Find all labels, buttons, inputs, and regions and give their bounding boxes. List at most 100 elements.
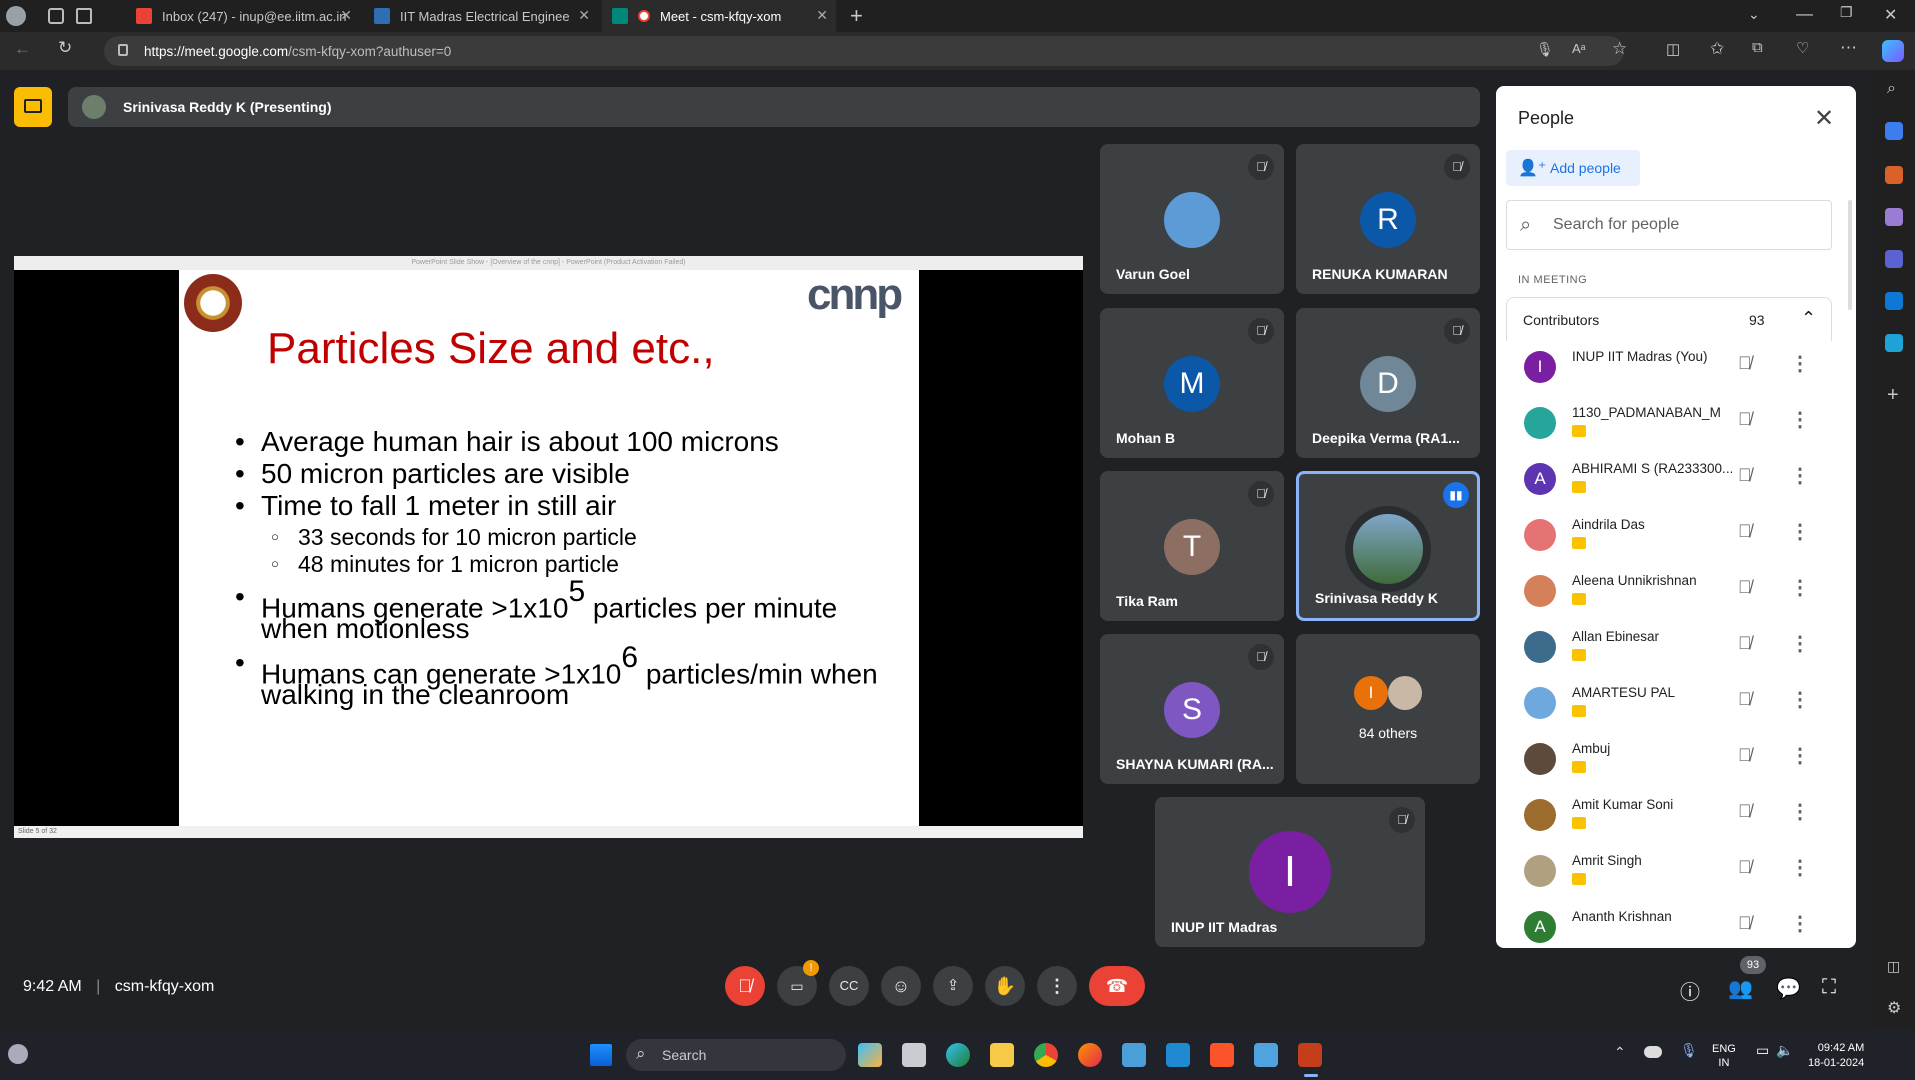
read-aloud-icon[interactable]: Aᵃ [1572, 41, 1586, 56]
more-actions-icon[interactable]: ⋮ [1790, 911, 1810, 936]
participant-tile-speaking[interactable]: ▮▮ Srinivasa Reddy K [1296, 471, 1480, 621]
mic-permission-icon[interactable]: 🎙 [1536, 41, 1554, 58]
present-screen-button[interactable]: ⇪ [933, 966, 973, 1006]
network-icon[interactable]: ▭ [1756, 1042, 1769, 1059]
contributors-header[interactable]: Contributors 93 ⌃ [1506, 297, 1832, 341]
more-options-button[interactable]: ⋮ [1037, 966, 1077, 1006]
microsoft365-icon[interactable] [1885, 250, 1903, 268]
more-actions-icon[interactable]: ⋮ [1790, 463, 1810, 488]
notepad-icon[interactable] [1254, 1043, 1278, 1067]
search-icon[interactable]: ⌕ [1887, 80, 1896, 98]
mic-off-icon[interactable]: 🎙̸ [1738, 913, 1752, 934]
games-icon[interactable] [1885, 208, 1903, 226]
refresh-icon[interactable]: ↻ [58, 38, 72, 58]
tab-actions-icon[interactable] [76, 8, 92, 24]
close-tab-icon[interactable]: ✕ [816, 7, 828, 24]
tab-list-icon[interactable]: ⌄ [1748, 6, 1760, 23]
favorite-star-icon[interactable]: ☆ [1612, 39, 1627, 59]
start-icon[interactable] [590, 1044, 612, 1066]
more-actions-icon[interactable]: ⋮ [1790, 407, 1810, 432]
mic-tray-icon[interactable]: 🎙 [1680, 1042, 1698, 1059]
more-actions-icon[interactable]: ⋮ [1790, 743, 1810, 768]
mic-off-icon[interactable]: 🎙̸ [1738, 409, 1752, 430]
outlook-icon[interactable] [1885, 292, 1903, 310]
mic-off-icon[interactable]: 🎙̸ [1738, 353, 1752, 374]
activities-icon[interactable]: ⛶ [1822, 976, 1836, 999]
task-view-icon[interactable] [902, 1043, 926, 1067]
chrome-icon[interactable] [1034, 1043, 1058, 1067]
participant-tile[interactable]: 🎙̸ M Mohan B [1100, 308, 1284, 458]
mic-off-icon[interactable]: 🎙̸ [1738, 857, 1752, 878]
drop-icon[interactable] [1885, 334, 1903, 352]
onedrive-icon[interactable] [1644, 1046, 1662, 1058]
participant-list-item[interactable]: I INUP IIT Madras (You) 🎙̸ ⋮ [1506, 341, 1832, 397]
chevron-up-icon[interactable]: ⌃ [1801, 308, 1816, 329]
more-actions-icon[interactable]: ⋮ [1790, 351, 1810, 376]
split-screen-icon[interactable]: ◫ [1666, 40, 1680, 58]
powerpoint-icon[interactable] [1298, 1043, 1322, 1067]
tray-chevron-icon[interactable]: ⌃ [1614, 1044, 1626, 1061]
firefox-icon[interactable] [1078, 1043, 1102, 1067]
more-actions-icon[interactable]: ⋮ [1790, 631, 1810, 656]
shopping-icon[interactable] [1885, 122, 1903, 140]
others-tile[interactable]: I 84 others [1296, 634, 1480, 784]
more-actions-icon[interactable]: ⋮ [1790, 575, 1810, 600]
participant-list-item[interactable]: A Ananth Krishnan 🎙̸ ⋮ [1506, 901, 1832, 948]
participant-list-item[interactable]: A ABHIRAMI S (RA233300... 🎙̸ ⋮ [1506, 453, 1832, 509]
address-bar[interactable]: https://meet.google.com/csm-kfqy-xom?aut… [104, 36, 1624, 66]
profile-icon[interactable] [6, 6, 26, 26]
participant-list-item[interactable]: Aleena Unnikrishnan 🎙̸ ⋮ [1506, 565, 1832, 621]
leave-call-button[interactable]: ☎ [1089, 966, 1145, 1006]
new-tab-icon[interactable]: + [850, 3, 863, 29]
taskbar-clock[interactable]: 09:42 AM 18-01-2024 [1808, 1041, 1864, 1071]
collections-icon[interactable]: ⧉ [1752, 39, 1763, 56]
back-icon[interactable]: ← [14, 39, 31, 59]
participant-list-item[interactable]: AMARTESU PAL 🎙̸ ⋮ [1506, 677, 1832, 733]
sidebar-settings-icon[interactable]: ⚙ [1887, 998, 1901, 1018]
restore-icon[interactable]: ❐ [1840, 4, 1853, 21]
snipping-tool-icon[interactable] [1122, 1043, 1146, 1067]
mic-off-icon[interactable]: 🎙̸ [1738, 689, 1752, 710]
add-people-button[interactable]: 👤⁺ Add people [1506, 150, 1640, 186]
copilot-taskbar-icon[interactable] [858, 1043, 882, 1067]
stop-presenting-button[interactable] [14, 87, 52, 127]
mic-off-icon[interactable]: 🎙̸ [1738, 577, 1752, 598]
participant-tile[interactable]: 🎙̸ R RENUKA KUMARAN [1296, 144, 1480, 294]
more-actions-icon[interactable]: ⋮ [1790, 799, 1810, 824]
emoji-reactions-button[interactable]: ☺ [881, 966, 921, 1006]
self-tile[interactable]: 🎙̸ I INUP IIT Madras [1155, 797, 1425, 947]
captions-button[interactable]: CC [829, 966, 869, 1006]
mic-off-icon[interactable]: 🎙̸ [1738, 633, 1752, 654]
participant-tile[interactable]: 🎙̸ Varun Goel [1100, 144, 1284, 294]
participant-list-item[interactable]: Allan Ebinesar 🎙̸ ⋮ [1506, 621, 1832, 677]
mic-off-icon[interactable]: 🎙̸ [1738, 521, 1752, 542]
language-indicator[interactable]: ENG IN [1712, 1042, 1736, 1070]
participant-tile[interactable]: 🎙̸ S SHAYNA KUMARI (RA... [1100, 634, 1284, 784]
participant-list-item[interactable]: Amit Kumar Soni 🎙̸ ⋮ [1506, 789, 1832, 845]
more-menu-icon[interactable]: ⋯ [1840, 38, 1857, 58]
window-close-icon[interactable]: ✕ [1884, 5, 1897, 25]
tab-inbox[interactable]: Inbox (247) - inup@ee.iitm.ac.in ✕ [126, 0, 360, 32]
search-input[interactable]: Search for people [1506, 200, 1832, 250]
close-tab-icon[interactable]: ✕ [578, 7, 590, 24]
participant-list-item[interactable]: 1130_PADMANABAN_M 🎙̸ ⋮ [1506, 397, 1832, 453]
tab-meet[interactable]: Meet - csm-kfqy-xom ✕ [602, 0, 836, 32]
mic-off-icon[interactable]: 🎙̸ [1738, 745, 1752, 766]
more-actions-icon[interactable]: ⋮ [1790, 519, 1810, 544]
chat-icon[interactable]: 💬 [1776, 976, 1801, 1001]
panel-scrollbar[interactable] [1848, 200, 1852, 310]
file-explorer-icon[interactable] [990, 1043, 1014, 1067]
more-actions-icon[interactable]: ⋮ [1790, 855, 1810, 880]
camera-toggle-button[interactable]: ▭ ! [777, 960, 819, 1006]
participant-tile[interactable]: 🎙̸ T Tika Ram [1100, 471, 1284, 621]
people-icon[interactable]: 👥 [1728, 976, 1753, 1001]
participant-list-item[interactable]: Ambuj 🎙̸ ⋮ [1506, 733, 1832, 789]
participant-list-item[interactable]: Aindrila Das 🎙̸ ⋮ [1506, 509, 1832, 565]
minimize-icon[interactable]: — [1796, 4, 1813, 24]
add-sidebar-app-icon[interactable]: + [1887, 384, 1899, 407]
participant-tile[interactable]: 🎙̸ D Deepika Verma (RA1... [1296, 308, 1480, 458]
meeting-details-icon[interactable]: ⓘ [1680, 976, 1700, 1005]
taskbar-search-box[interactable]: ⌕ Search [626, 1039, 846, 1071]
brave-icon[interactable] [1210, 1043, 1234, 1067]
favorites-icon[interactable]: ✩ [1710, 39, 1724, 59]
